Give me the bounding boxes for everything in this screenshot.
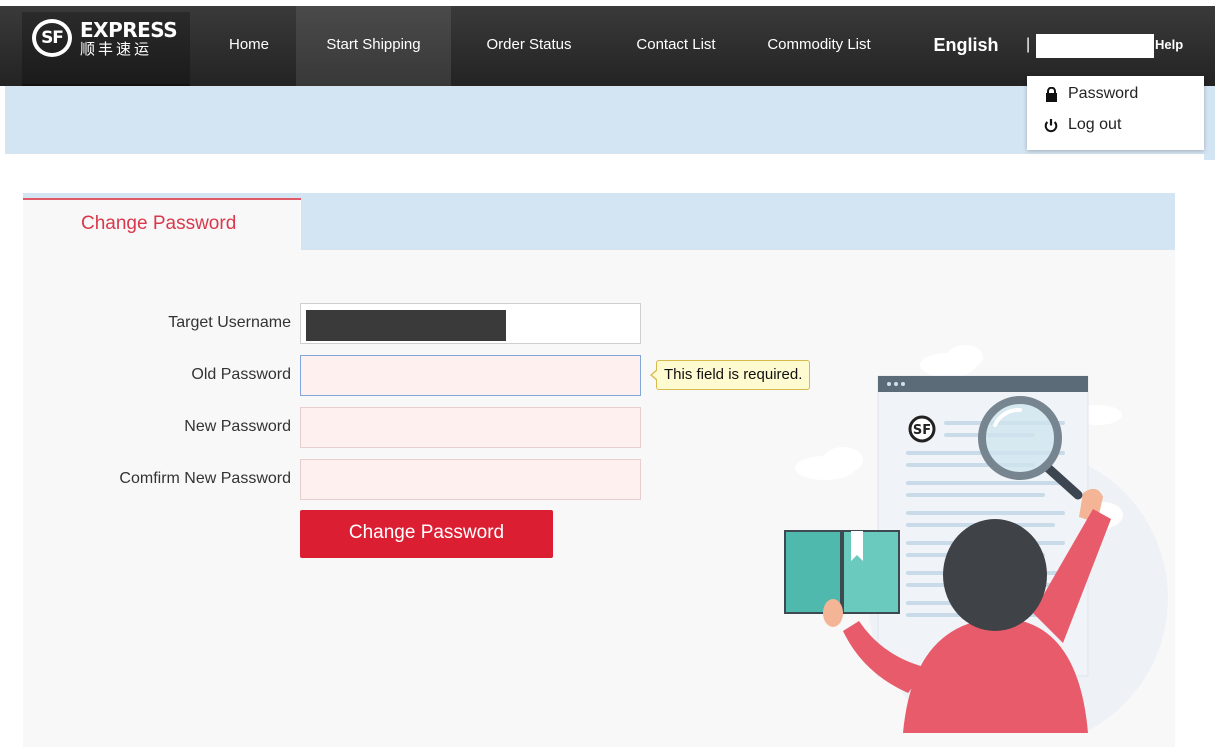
old-password-field[interactable] (300, 355, 641, 396)
sf-logo-mark: SF (32, 19, 72, 57)
target-username-label: Target Username (168, 314, 291, 331)
target-username-field[interactable] (300, 303, 641, 344)
user-dropdown-menu: Password Log out (1027, 76, 1204, 150)
top-navbar: SF EXPRESS 顺丰速运 (0, 6, 1215, 86)
menu-item-password[interactable]: Password (1042, 83, 1138, 105)
nav-start-shipping[interactable]: Start Shipping (296, 6, 451, 86)
nav-contact-list[interactable]: Contact List (620, 6, 732, 86)
book-icon (784, 530, 900, 627)
sf-express-logo[interactable]: SF EXPRESS 顺丰速运 (22, 12, 190, 86)
confirm-password-label: Comfirm New Password (119, 470, 291, 487)
power-icon (1042, 118, 1060, 133)
nav-help[interactable]: Help (1155, 6, 1183, 84)
lock-icon (1042, 86, 1060, 102)
tab-change-password[interactable]: Change Password (23, 198, 301, 250)
nav-commodity-list[interactable]: Commodity List (752, 6, 886, 86)
menu-item-logout[interactable]: Log out (1042, 114, 1121, 136)
nav-home[interactable]: Home (213, 6, 285, 86)
illustration-sf-logo: SF (913, 423, 931, 438)
logo-brand-name: EXPRESS (80, 18, 178, 42)
header-band-edge (1204, 86, 1215, 160)
change-password-panel: Change Password Target Username Old Pass… (23, 193, 1175, 747)
language-selector[interactable]: English (925, 6, 1007, 86)
menu-item-password-label: Password (1068, 85, 1139, 102)
nav-separator: | (1026, 36, 1031, 53)
username-redacted[interactable] (1036, 34, 1154, 58)
search-document-illustration: SF (784, 345, 1168, 733)
logo-mark-text: SF (41, 28, 64, 48)
old-password-label: Old Password (191, 366, 291, 383)
new-password-label: New Password (184, 418, 291, 435)
new-password-field[interactable] (300, 407, 641, 448)
menu-item-logout-label: Log out (1068, 116, 1122, 133)
target-username-redacted (306, 310, 506, 341)
nav-order-status[interactable]: Order Status (469, 6, 589, 86)
confirm-password-field[interactable] (300, 459, 641, 500)
logo-brand-name-cn: 顺丰速运 (80, 40, 153, 58)
change-password-button[interactable]: Change Password (300, 510, 553, 558)
